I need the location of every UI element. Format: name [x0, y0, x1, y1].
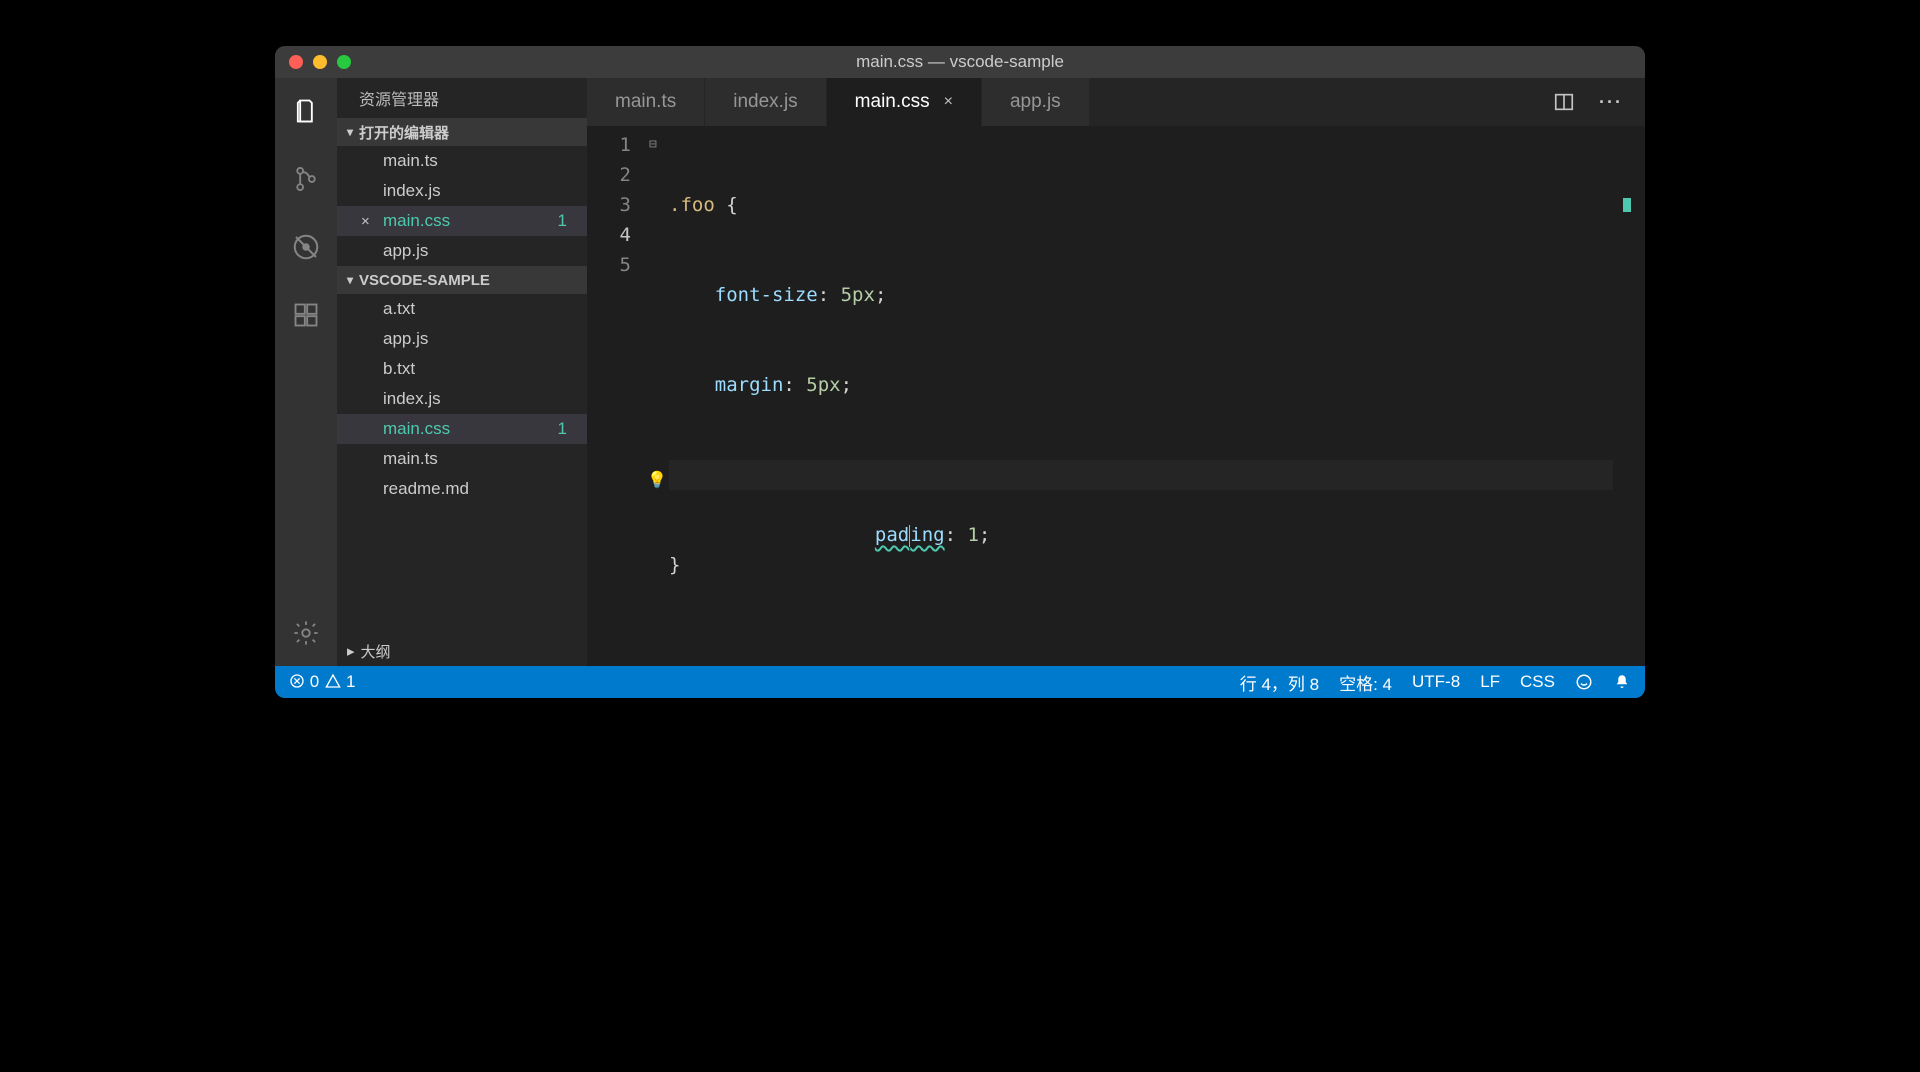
- fold-gutter: ⊟: [649, 126, 669, 666]
- feedback-smiley-icon[interactable]: [1575, 673, 1593, 691]
- chevron-down-icon: ▾: [347, 273, 353, 287]
- file-item[interactable]: app.js: [337, 236, 587, 266]
- status-cursor-position[interactable]: 行 4，列 8: [1240, 670, 1319, 695]
- file-item[interactable]: main.ts: [337, 444, 587, 474]
- editor-tab[interactable]: main.ts: [587, 78, 705, 126]
- status-warnings[interactable]: 1: [325, 672, 355, 692]
- explorer-sidebar: 资源管理器 ▾ 打开的编辑器 main.ts index.js × main.css 1…: [337, 78, 587, 666]
- close-tab-icon[interactable]: ×: [944, 93, 953, 111]
- lightbulb-icon[interactable]: 💡: [647, 465, 667, 495]
- problems-badge: 1: [558, 419, 567, 439]
- extensions-icon[interactable]: [291, 300, 321, 330]
- file-name-label: a.txt: [383, 299, 415, 319]
- outline-section[interactable]: ▸ 大纲: [337, 636, 587, 666]
- notifications-bell-icon[interactable]: [1613, 673, 1631, 691]
- line-number-gutter: 1 2 3 4 5: [587, 126, 649, 666]
- file-item[interactable]: b.txt: [337, 354, 587, 384]
- file-item[interactable]: main.ts: [337, 146, 587, 176]
- editor-tab[interactable]: index.js: [705, 78, 826, 126]
- open-editors-section[interactable]: ▾ 打开的编辑器: [337, 118, 587, 146]
- editor-tab[interactable]: main.css ×: [827, 78, 982, 126]
- file-name-label: main.ts: [383, 151, 438, 171]
- file-item[interactable]: main.css 1: [337, 414, 587, 444]
- settings-gear-icon[interactable]: [291, 618, 321, 648]
- file-name-label: main.css: [383, 211, 450, 231]
- file-item[interactable]: app.js: [337, 324, 587, 354]
- file-item[interactable]: readme.md: [337, 474, 587, 504]
- titlebar: main.css — vscode-sample: [275, 46, 1645, 78]
- source-control-icon[interactable]: [291, 164, 321, 194]
- file-name-label: index.js: [383, 181, 441, 201]
- fold-minus-icon[interactable]: ⊟: [649, 130, 669, 160]
- workspace-section[interactable]: ▾ VSCODE-SAMPLE: [337, 266, 587, 294]
- file-name-label: b.txt: [383, 359, 415, 379]
- workspace-label: VSCODE-SAMPLE: [359, 272, 490, 289]
- file-name-label: app.js: [383, 241, 428, 261]
- tab-label: app.js: [1010, 91, 1061, 113]
- split-editor-icon[interactable]: [1553, 91, 1575, 113]
- problems-badge: 1: [558, 211, 567, 231]
- editor-tab[interactable]: app.js: [982, 78, 1090, 126]
- tab-label: main.ts: [615, 91, 676, 113]
- explorer-icon[interactable]: [291, 96, 321, 126]
- code-editor[interactable]: 1 2 3 4 5 ⊟ .foo { font-size: 5px; margi…: [587, 126, 1645, 666]
- more-actions-icon[interactable]: ···: [1599, 92, 1623, 113]
- editor-group: main.ts index.js main.css × app.js ··· 1 2 3…: [587, 78, 1645, 666]
- debug-icon[interactable]: [291, 232, 321, 262]
- editor-tabs: main.ts index.js main.css × app.js ···: [587, 78, 1645, 126]
- vscode-window: main.css — vscode-sample: [275, 46, 1645, 698]
- window-title: main.css — vscode-sample: [275, 52, 1645, 72]
- scrollbar[interactable]: [1631, 126, 1645, 666]
- status-encoding[interactable]: UTF-8: [1412, 672, 1460, 692]
- file-name-label: main.ts: [383, 449, 438, 469]
- file-item[interactable]: a.txt: [337, 294, 587, 324]
- tab-label: main.css: [855, 91, 930, 113]
- status-bar: 0 1 行 4，列 8 空格: 4 UTF-8 LF CSS: [275, 666, 1645, 698]
- code-content[interactable]: .foo { font-size: 5px; margin: 5px; 💡 pa…: [669, 126, 1613, 666]
- file-item[interactable]: index.js: [337, 384, 587, 414]
- minimap[interactable]: [1613, 126, 1631, 666]
- sidebar-title: 资源管理器: [337, 78, 587, 118]
- file-item[interactable]: index.js: [337, 176, 587, 206]
- status-indentation[interactable]: 空格: 4: [1339, 670, 1392, 695]
- file-name-label: readme.md: [383, 479, 469, 499]
- file-name-label: main.css: [383, 419, 450, 439]
- minimap-warning-mark: [1623, 198, 1631, 212]
- file-item[interactable]: × main.css 1: [337, 206, 587, 236]
- chevron-down-icon: ▾: [347, 125, 353, 139]
- tab-label: index.js: [733, 91, 797, 113]
- status-errors[interactable]: 0: [289, 672, 319, 692]
- close-icon[interactable]: ×: [361, 213, 370, 230]
- outline-label: 大纲: [361, 641, 391, 662]
- status-language[interactable]: CSS: [1520, 672, 1555, 692]
- chevron-right-icon: ▸: [347, 642, 355, 660]
- open-editors-label: 打开的编辑器: [359, 122, 449, 143]
- file-name-label: index.js: [383, 389, 441, 409]
- status-eol[interactable]: LF: [1480, 672, 1500, 692]
- activity-bar: [275, 78, 337, 666]
- file-name-label: app.js: [383, 329, 428, 349]
